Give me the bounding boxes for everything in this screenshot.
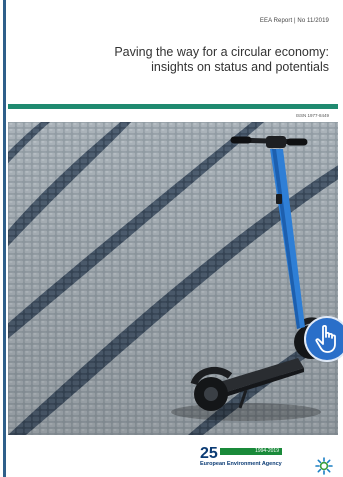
scooter-on-cobblestones-photo [8,122,338,435]
cover-footer: 25 1994-2019 European Environment Agency [8,435,338,477]
logo-number: 25 [200,445,218,462]
cover-photo [8,122,338,435]
report-reference: EEA Report | No 11/2019 [259,18,329,24]
eea-star-icon [315,457,333,475]
report-cover: EEA Report | No 11/2019 Paving the way f… [0,0,343,477]
agency-name: European Environment Agency [200,461,282,467]
pointer-button[interactable] [306,318,343,360]
title-divider [8,104,338,109]
hand-pointer-icon [315,324,336,353]
left-border [3,0,6,477]
eea-25-logo: 25 1994-2019 European Environment Agency [200,445,333,475]
report-title-line-2: insights on status and potentials [151,60,329,74]
report-title-line-1: Paving the way for a circular economy: [114,45,329,59]
report-title: Paving the way for a circular economy: i… [69,45,329,75]
issn-number: ISSN 1977-8449 [295,113,329,118]
logo-years: 1994-2019 [220,448,282,455]
